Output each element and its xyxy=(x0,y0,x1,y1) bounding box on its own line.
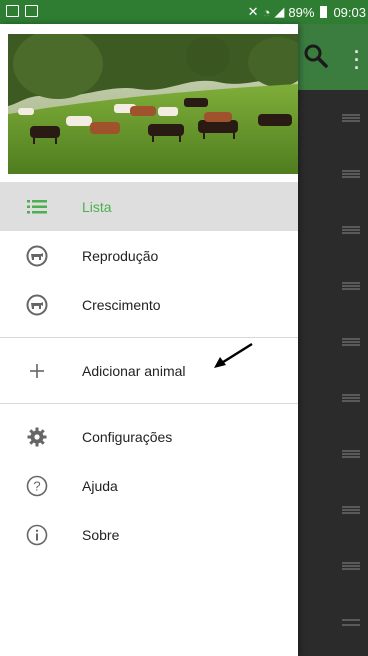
menu-item-configuracoes[interactable]: Configurações xyxy=(0,412,298,461)
background-app: · · · xyxy=(298,24,368,656)
drag-handle-icon[interactable] xyxy=(342,282,360,290)
mute-icon: ✕ xyxy=(247,4,259,19)
drag-handle-icon[interactable] xyxy=(342,562,360,570)
divider xyxy=(0,337,298,338)
annotation-arrow-icon xyxy=(214,342,253,368)
menu-item-sobre[interactable]: Sobre xyxy=(0,510,298,559)
info-icon xyxy=(26,524,48,546)
drag-handle-icon[interactable] xyxy=(342,394,360,402)
help-icon: ? xyxy=(26,475,48,497)
more-vert-icon[interactable]: · · · xyxy=(352,43,362,77)
search-icon[interactable] xyxy=(302,42,330,70)
clock: 09:03 xyxy=(333,4,366,20)
drag-handle-icon[interactable] xyxy=(342,226,360,234)
menu-label-configuracoes: Configurações xyxy=(82,428,173,445)
drag-handle-icon[interactable] xyxy=(342,114,360,122)
menu-label-lista: Lista xyxy=(82,198,112,215)
menu-label-crescimento: Crescimento xyxy=(82,296,161,313)
drag-handle-icon[interactable] xyxy=(342,506,360,514)
drag-handle-icon[interactable] xyxy=(342,450,360,458)
list-item[interactable] xyxy=(298,482,368,538)
cow-icon xyxy=(26,245,48,267)
drag-handle-icon[interactable] xyxy=(342,618,360,626)
divider xyxy=(0,403,298,404)
mail-notification-icon xyxy=(25,5,38,17)
list-item[interactable] xyxy=(298,258,368,314)
menu-label-adicionar-animal: Adicionar animal xyxy=(82,362,186,379)
signal-icon: ◢ xyxy=(274,4,285,19)
background-toolbar: · · · xyxy=(298,24,368,90)
list-item[interactable] xyxy=(298,314,368,370)
drag-handle-icon[interactable] xyxy=(342,170,360,178)
status-bar: ✕ ◔ ◢ 89% 09:03 xyxy=(0,0,368,24)
cow-icon xyxy=(26,294,48,316)
drawer-menu: Lista Reprodução Crescimento Adicionar a… xyxy=(0,182,298,559)
list-item[interactable] xyxy=(298,370,368,426)
background-list xyxy=(298,90,368,650)
list-item[interactable] xyxy=(298,90,368,146)
menu-item-ajuda[interactable]: ? Ajuda xyxy=(0,461,298,510)
wifi-icon: ◔ xyxy=(262,4,271,20)
menu-item-lista[interactable]: Lista xyxy=(0,182,298,231)
gallery-notification-icon xyxy=(6,5,19,17)
menu-item-crescimento[interactable]: Crescimento xyxy=(0,280,298,329)
gear-icon xyxy=(26,426,48,448)
menu-item-reproducao[interactable]: Reprodução xyxy=(0,231,298,280)
list-item[interactable] xyxy=(298,202,368,258)
plus-icon xyxy=(26,360,48,382)
battery-icon xyxy=(320,6,328,18)
list-item[interactable] xyxy=(298,426,368,482)
list-item[interactable] xyxy=(298,146,368,202)
drag-handle-icon[interactable] xyxy=(342,338,360,346)
menu-label-ajuda: Ajuda xyxy=(82,477,118,494)
list-icon xyxy=(26,196,48,218)
battery-percent: 89% xyxy=(288,4,315,20)
menu-label-reproducao: Reprodução xyxy=(82,247,159,264)
list-item[interactable] xyxy=(298,594,368,650)
svg-text:?: ? xyxy=(33,478,40,493)
drawer-header-image xyxy=(8,34,298,174)
list-item[interactable] xyxy=(298,538,368,594)
menu-label-sobre: Sobre xyxy=(82,526,120,543)
